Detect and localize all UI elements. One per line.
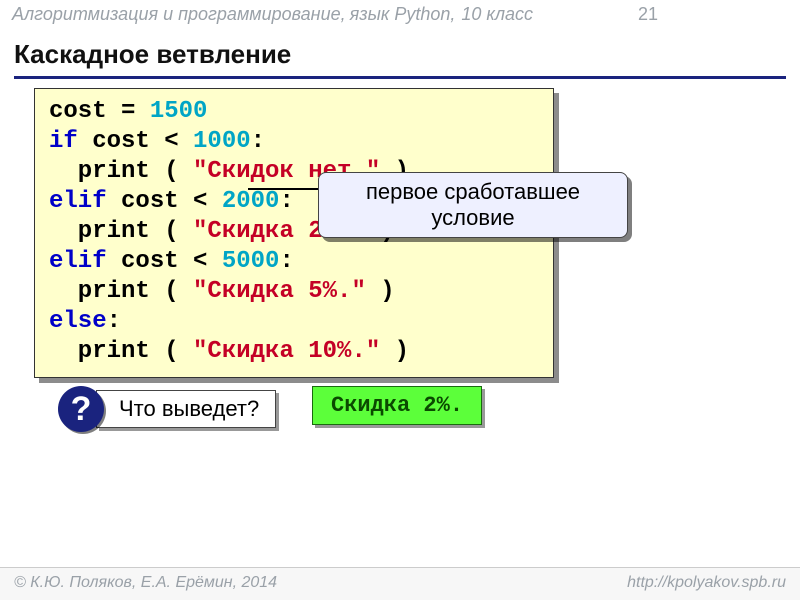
page-number: 21 xyxy=(638,4,788,25)
footer-copyright: © К.Ю. Поляков, Е.А. Ерёмин, 2014 xyxy=(14,574,277,592)
code-line: elif cost < 5000: xyxy=(49,248,294,275)
slide-header: Алгоритмизация и программирование, язык … xyxy=(0,0,800,31)
course-name: Алгоритмизация и программирование, xyxy=(12,4,346,25)
slide-title: Каскадное ветвление xyxy=(14,39,786,79)
footer-url: http://kpolyakov.spb.ru xyxy=(627,574,786,592)
answer-box: Скидка 2%. xyxy=(312,386,482,425)
callout-leader-line xyxy=(248,188,322,190)
code-line: if cost < 1000: xyxy=(49,128,265,155)
code-line: elif cost < 2000: xyxy=(49,188,294,215)
code-line: print ( "Скидка 5%." ) xyxy=(49,278,395,305)
subject-name: язык Python, xyxy=(350,4,456,25)
question-label: Что выведет? xyxy=(96,390,276,428)
grade-label: 10 класс xyxy=(461,4,533,25)
question-row: ? Что выведет? xyxy=(58,386,276,432)
slide-footer: © К.Ю. Поляков, Е.А. Ерёмин, 2014 http:/… xyxy=(0,567,800,600)
code-line: else: xyxy=(49,308,121,335)
callout-box: первое сработавшее условие xyxy=(318,172,628,238)
code-line: print ( "Скидка 10%." ) xyxy=(49,338,409,365)
question-mark-icon: ? xyxy=(58,386,104,432)
code-line: cost = 1500 xyxy=(49,98,207,125)
